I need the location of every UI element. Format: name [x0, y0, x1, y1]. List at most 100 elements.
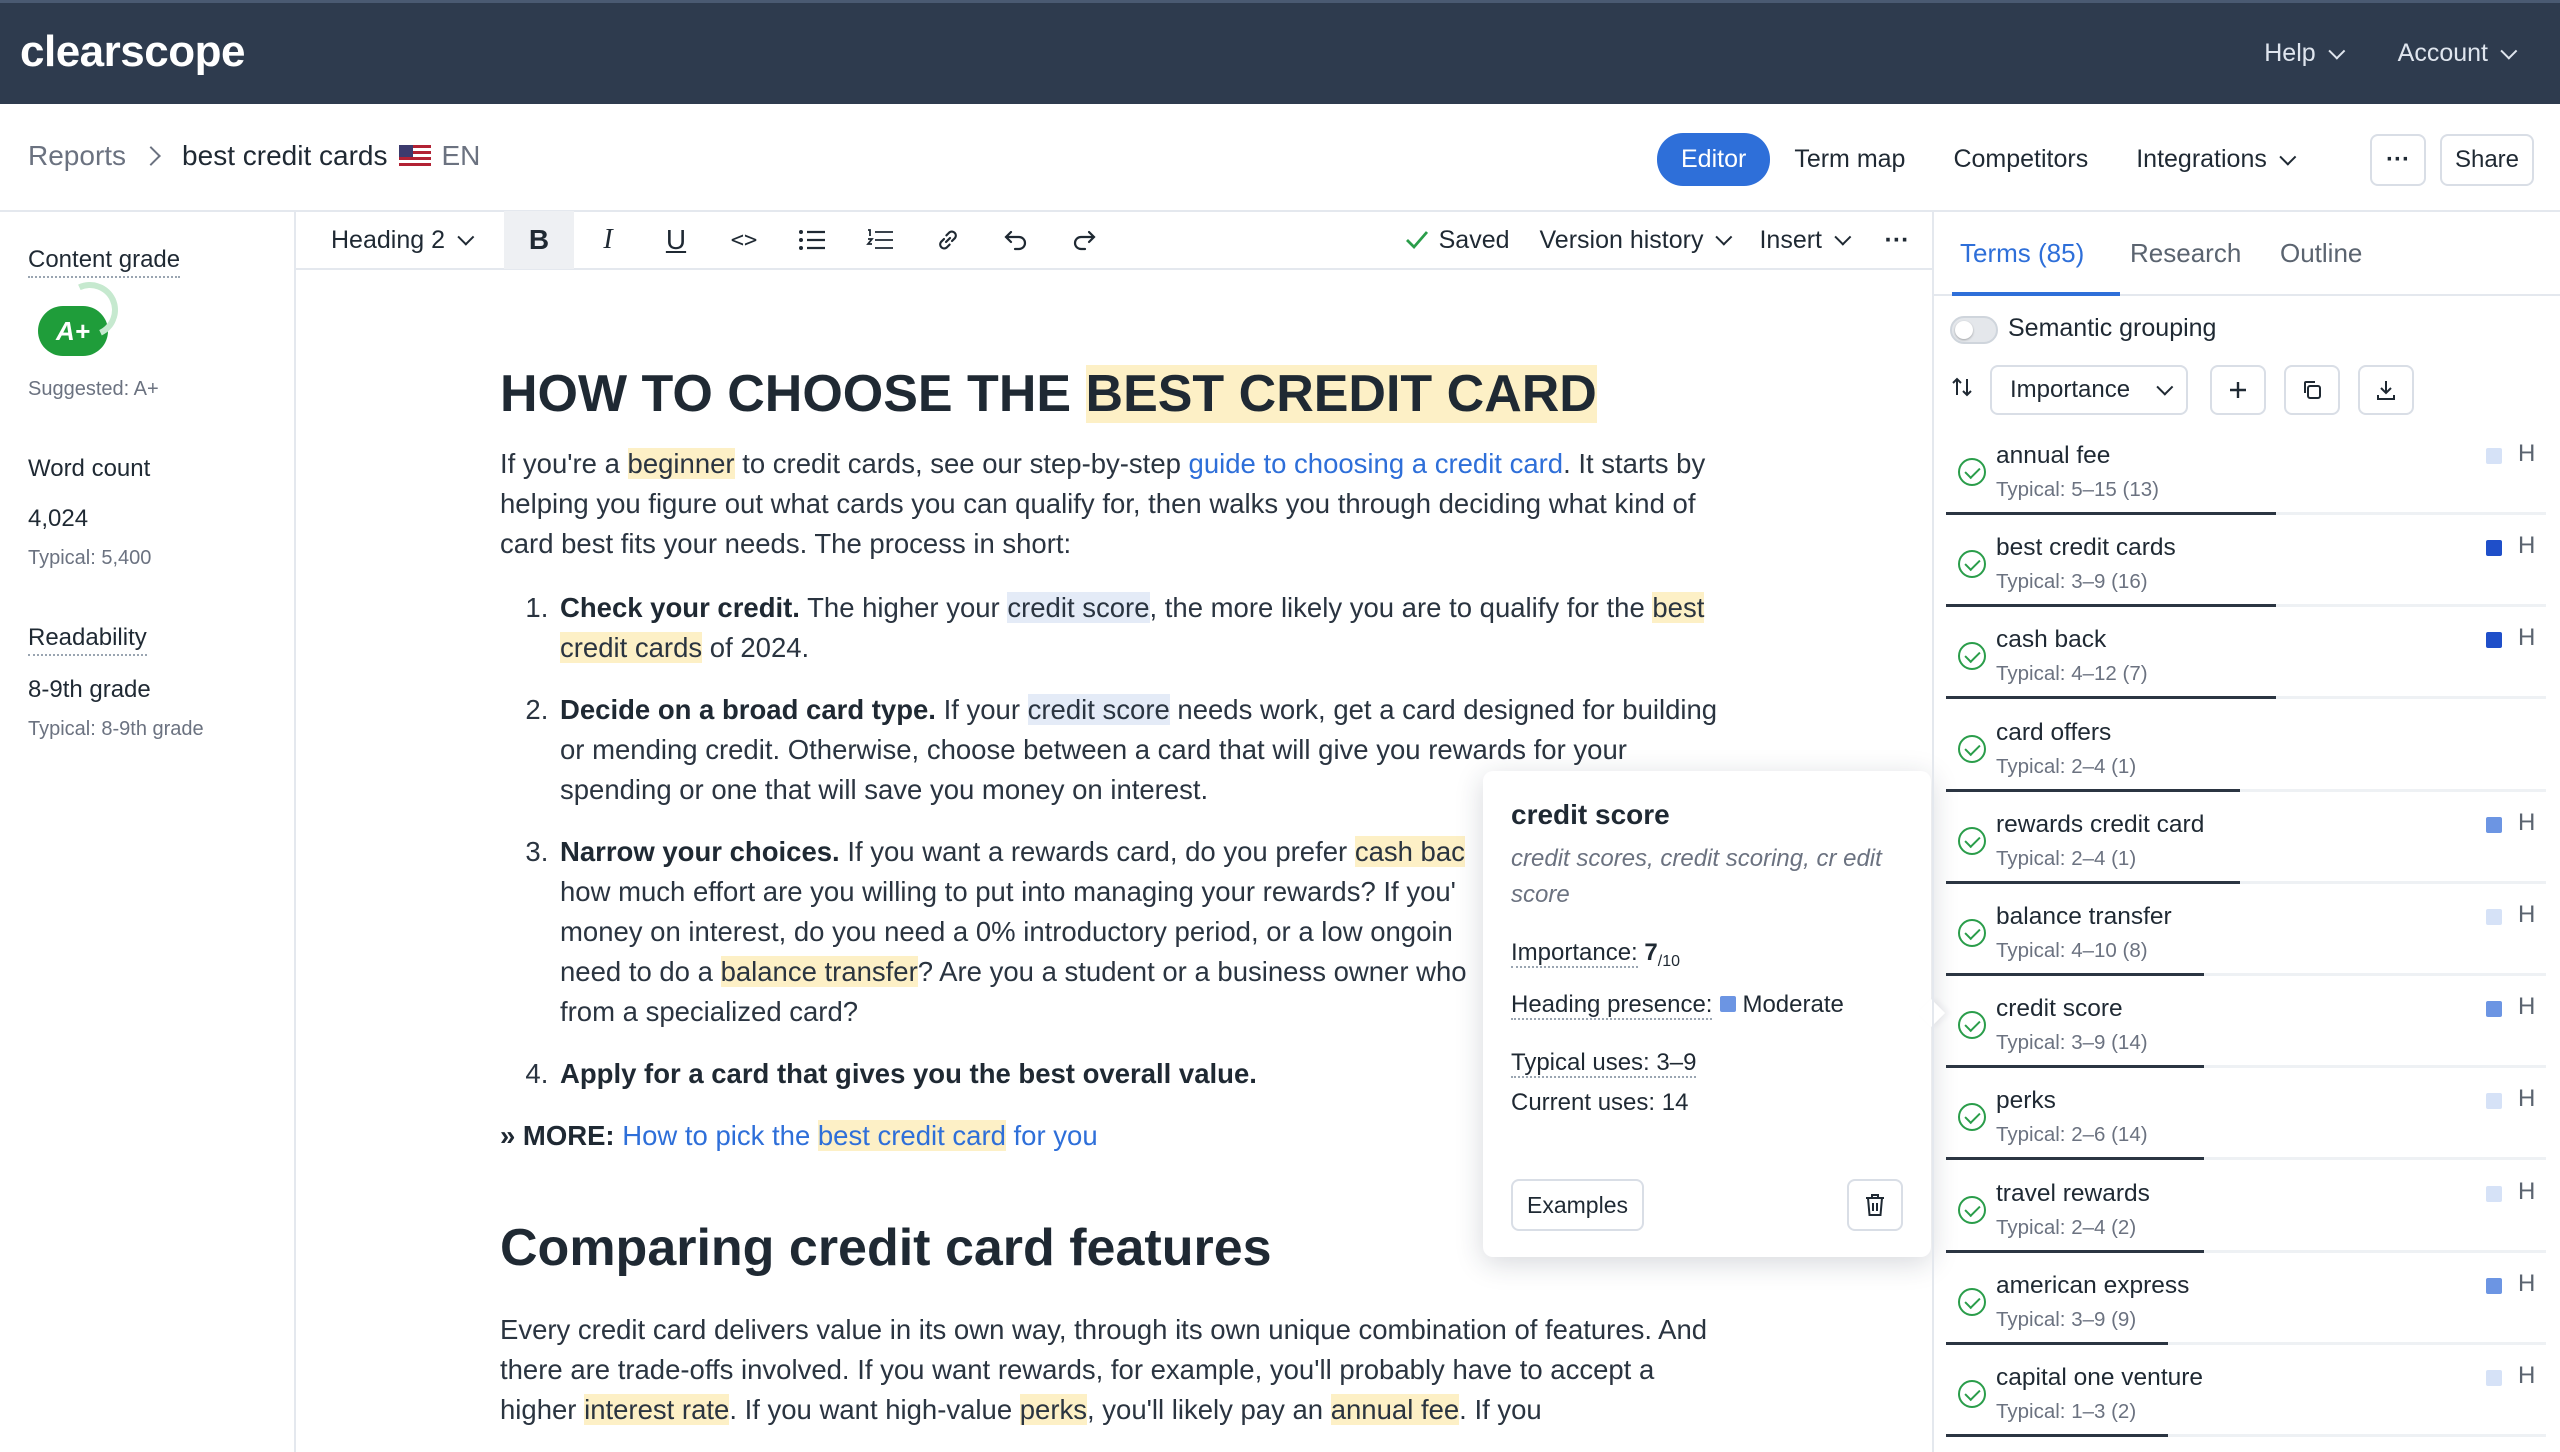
term-highlight[interactable]: balance transfer — [720, 956, 918, 987]
heading-presence-label[interactable]: Heading presence: — [1511, 990, 1713, 1020]
popover-heading-presence: Heading presence: Moderate — [1511, 990, 1903, 1020]
guide-link[interactable]: guide to choosing a credit card — [1189, 448, 1564, 479]
term-row[interactable]: best credit cards Typical: 3–9 (16) H — [1946, 518, 2546, 610]
top-navbar: clearscope Help Account — [0, 0, 2560, 104]
term-row[interactable]: credit score Typical: 3–9 (14) H — [1946, 979, 2546, 1071]
saved-status: Saved — [1391, 211, 1524, 269]
undo-button[interactable] — [982, 211, 1050, 269]
importance-bar — [1946, 1249, 2204, 1253]
copy-icon — [2304, 381, 2321, 399]
term-highlight[interactable]: beginner — [627, 448, 735, 479]
app-logo[interactable]: clearscope — [20, 27, 245, 77]
term-row[interactable]: cash back Typical: 4–12 (7) H — [1946, 610, 2546, 702]
italic-button[interactable]: I — [574, 211, 642, 269]
term-highlight[interactable]: cash bac — [1354, 836, 1465, 867]
check-circle-icon — [1958, 642, 1986, 671]
term-highlight-selected[interactable]: credit score — [1007, 592, 1150, 623]
term-name: perks — [1996, 1087, 2056, 1115]
term-highlight[interactable]: interest rate — [584, 1394, 730, 1425]
underline-button[interactable]: U — [642, 211, 710, 269]
term-row[interactable]: capital one venture Typical: 1–3 (2) H — [1946, 1348, 2546, 1440]
term-row[interactable]: balance transfer Typical: 4–10 (8) H — [1946, 887, 2546, 979]
check-circle-icon — [1958, 734, 1986, 763]
insert-menu[interactable]: Insert — [1743, 211, 1862, 269]
more-options-button[interactable]: ··· — [2370, 134, 2426, 186]
code-button[interactable]: <> — [710, 211, 778, 269]
tab-editor[interactable]: Editor — [1657, 133, 1771, 186]
document-heading-1[interactable]: HOW TO CHOOSE THE BEST CREDIT CARD — [500, 362, 1730, 426]
term-highlight[interactable]: annual fee — [1330, 1394, 1460, 1425]
tab-competitors[interactable]: Competitors — [1929, 133, 2112, 186]
delete-term-button[interactable] — [1847, 1179, 1903, 1231]
bullet-list-button[interactable] — [778, 211, 846, 269]
bold-button[interactable]: B — [504, 211, 574, 269]
numbered-list-button[interactable] — [846, 211, 914, 269]
version-history-menu[interactable]: Version history — [1524, 211, 1744, 269]
term-name: annual fee — [1996, 442, 2111, 469]
term-row[interactable]: american express Typical: 3–9 (9) H — [1946, 1256, 2546, 1348]
heading-presence-swatch — [2486, 1093, 2502, 1110]
share-button[interactable]: Share — [2440, 134, 2534, 186]
list-item[interactable]: Check your credit. The higher your credi… — [556, 588, 1730, 668]
version-history-label: Version history — [1539, 225, 1704, 254]
heading-indicator: H — [2518, 1269, 2536, 1297]
redo-button[interactable] — [1050, 211, 1118, 269]
content-grade-label[interactable]: Content grade — [28, 246, 181, 278]
heading-presence-swatch — [1720, 995, 1737, 1012]
sort-direction-button[interactable] — [1950, 375, 1978, 406]
copy-terms-button[interactable] — [2284, 365, 2340, 415]
account-menu[interactable]: Account — [2397, 39, 2518, 68]
chevron-down-icon — [1715, 228, 1733, 246]
download-icon — [2377, 381, 2395, 400]
readability-value: 8-9th grade — [28, 676, 151, 703]
text-run: The higher your — [799, 592, 1008, 623]
terms-list: annual fee Typical: 5–15 (13) Hbest credit… — [1946, 426, 2546, 1440]
term-typical: Typical: 3–9 (9) — [1996, 1307, 2137, 1331]
sort-select[interactable]: Importance — [1990, 365, 2188, 415]
tab-research[interactable]: Research — [2130, 238, 2241, 269]
term-highlight[interactable]: perks — [1019, 1394, 1088, 1425]
term-name: credit score — [1996, 995, 2123, 1023]
chevron-down-icon — [2279, 148, 2297, 166]
add-term-button[interactable] — [2210, 365, 2266, 415]
more-link[interactable]: How to pick the best credit card for you — [622, 1120, 1098, 1151]
term-row[interactable]: annual fee Typical: 5–15 (13) H — [1946, 426, 2546, 518]
readability-label[interactable]: Readability — [28, 624, 147, 656]
link-button[interactable] — [914, 211, 982, 269]
toolbar-more-button[interactable]: ··· — [1862, 211, 1932, 269]
text-run: If you want a rewards card, do you prefe… — [839, 836, 1355, 867]
semantic-grouping-toggle[interactable] — [1950, 316, 1998, 344]
tab-outline[interactable]: Outline — [2280, 238, 2362, 269]
heading-presence-swatch — [2486, 1277, 2502, 1294]
tab-terms[interactable]: Terms (85) — [1960, 238, 2084, 269]
tab-integrations[interactable]: Integrations — [2112, 133, 2315, 186]
tab-term-map[interactable]: Term map — [1770, 133, 1929, 186]
heading-select[interactable]: Heading 2 — [296, 211, 504, 269]
importance-bar — [1946, 1433, 2168, 1437]
term-highlight[interactable]: BEST CREDIT CARD — [1085, 365, 1597, 423]
account-label: Account — [2397, 39, 2488, 67]
term-typical: Typical: 3–9 (16) — [1996, 570, 2148, 594]
breadcrumb-reports[interactable]: Reports — [28, 140, 126, 172]
examples-button[interactable]: Examples — [1511, 1179, 1644, 1231]
term-highlight-selected[interactable]: credit score — [1027, 694, 1170, 725]
typical-uses-text[interactable]: Typical uses: 3–9 — [1511, 1048, 1697, 1078]
term-row[interactable]: travel rewards Typical: 2–4 (2) H — [1946, 1164, 2546, 1256]
help-menu[interactable]: Help — [2264, 39, 2345, 68]
term-row[interactable]: rewards credit card Typical: 2–4 (1) H — [1946, 795, 2546, 887]
terms-controls: Importance — [1950, 365, 2414, 415]
popover-current-uses: Current uses: 14 — [1511, 1088, 1689, 1116]
term-row[interactable]: perks Typical: 2–6 (14) H — [1946, 1071, 2546, 1163]
intro-paragraph[interactable]: If you're a beginner to credit cards, se… — [500, 444, 1730, 564]
features-paragraph[interactable]: Every credit card delivers value in its … — [500, 1310, 1730, 1430]
redo-icon — [1073, 230, 1096, 251]
help-label: Help — [2264, 39, 2316, 67]
text-run: If your — [935, 694, 1028, 725]
download-terms-button[interactable] — [2358, 365, 2414, 415]
importance-label[interactable]: Importance: — [1511, 939, 1638, 968]
bullet-list-icon — [799, 230, 825, 250]
term-row[interactable]: card offers Typical: 2–4 (1) — [1946, 703, 2546, 795]
heading-presence-value: Moderate — [1742, 990, 1844, 1018]
us-flag-icon — [399, 145, 432, 167]
sort-icon — [1952, 377, 1972, 396]
